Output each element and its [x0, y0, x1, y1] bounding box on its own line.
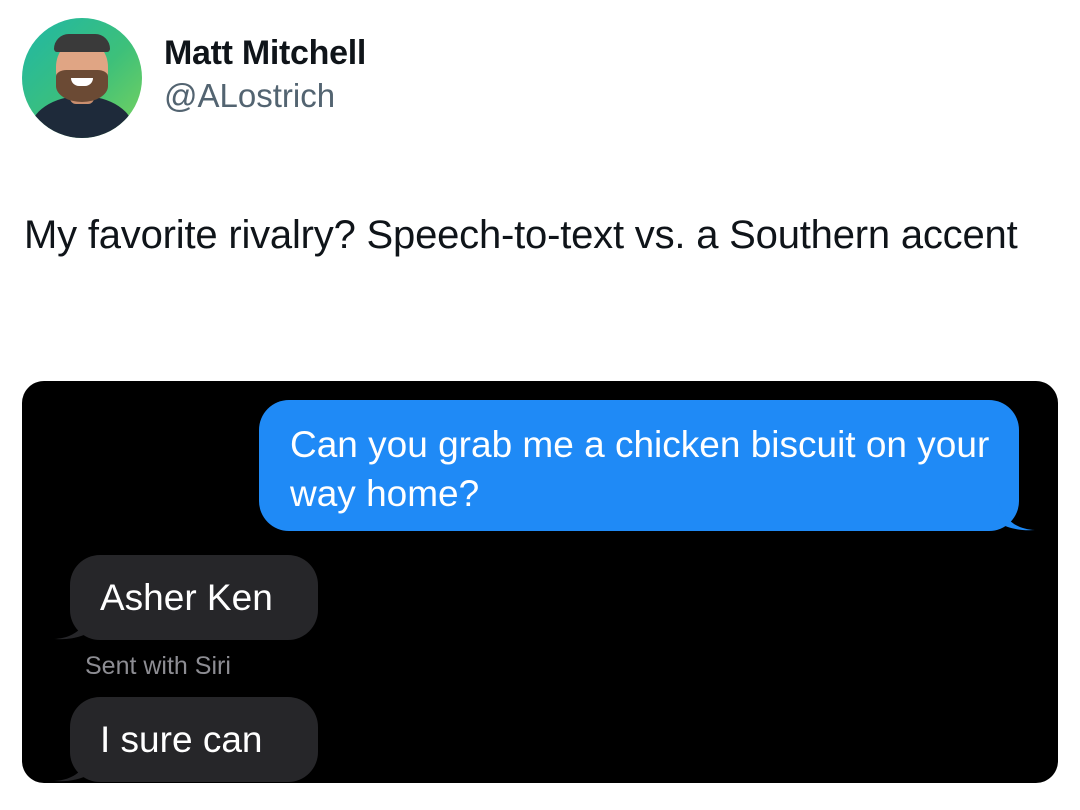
avatar-cap [54, 34, 110, 52]
attached-message-screenshot[interactable]: Can you grab me a chicken biscuit on you… [22, 381, 1058, 783]
author-names: Matt Mitchell @ALostrich [164, 32, 366, 118]
outgoing-bubble-tail [999, 503, 1035, 531]
tweet-body: My favorite rivalry? Speech-to-text vs. … [24, 213, 1018, 257]
outgoing-message-text: Can you grab me a chicken biscuit on you… [290, 424, 990, 514]
incoming-bubble-tail [54, 612, 90, 640]
incoming-message-bubble: I sure can [54, 697, 318, 782]
sent-with-siri-label: Sent with Siri [85, 652, 231, 680]
incoming-message-text: I sure can [100, 719, 263, 760]
incoming-message-text: Asher Ken [100, 577, 273, 618]
incoming-bubble-tail [54, 754, 90, 782]
author-display-name[interactable]: Matt Mitchell [164, 32, 366, 74]
profile-avatar[interactable] [22, 18, 142, 138]
avatar-beard [56, 70, 108, 102]
incoming-message-bubble: Asher Ken [54, 555, 318, 640]
tweet-header: Matt Mitchell @ALostrich [22, 18, 366, 138]
author-handle[interactable]: @ALostrich [164, 74, 366, 118]
outgoing-message-bubble: Can you grab me a chicken biscuit on you… [259, 400, 1035, 531]
